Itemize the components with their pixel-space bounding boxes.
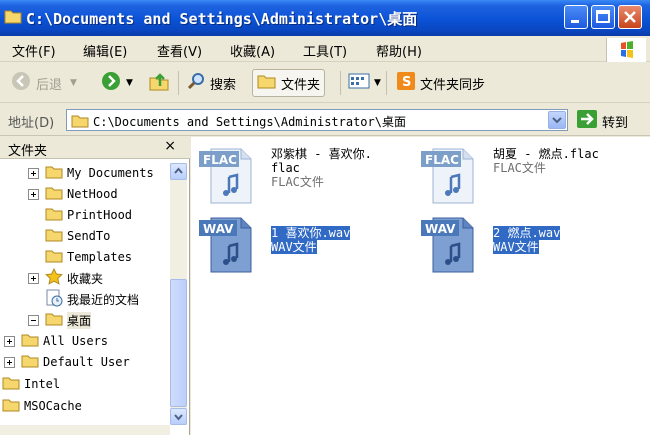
flac-file-icon: FLAC bbox=[419, 143, 475, 207]
sync-icon: S bbox=[396, 71, 416, 95]
file-list-pane: FLAC 邓紫棋 - 喜欢你. flac FLAC文件 FLAC 胡夏 - 燃点… bbox=[191, 137, 650, 435]
views-button[interactable]: ▼ bbox=[348, 69, 381, 97]
search-icon bbox=[186, 71, 206, 95]
file-item[interactable]: FLAC 胡夏 - 燃点.flac FLAC文件 bbox=[419, 143, 639, 211]
expand-icon[interactable] bbox=[28, 188, 39, 200]
file-name: 胡夏 - 燃点.flac bbox=[493, 147, 599, 161]
folder-icon bbox=[45, 164, 63, 182]
folders-button[interactable]: 文件夹 bbox=[252, 69, 326, 97]
expand-icon[interactable] bbox=[4, 356, 15, 368]
folder-sync-button[interactable]: S 文件夹同步 bbox=[396, 69, 485, 97]
tree-item-favorites[interactable]: 收藏夹 bbox=[28, 267, 103, 288]
file-type: WAV文件 bbox=[271, 240, 317, 254]
title-bar[interactable]: C:\Documents and Settings\Administrator\… bbox=[0, 0, 650, 36]
tree-item-recent-docs[interactable]: 我最近的文档 bbox=[28, 289, 139, 309]
address-input[interactable]: C:\Documents and Settings\Administrator\… bbox=[66, 109, 568, 131]
back-arrow-icon bbox=[10, 70, 32, 96]
tree-item-my-documents[interactable]: My Documents bbox=[28, 163, 154, 183]
tree-item-default-user[interactable]: Default User bbox=[4, 352, 130, 372]
address-dropdown-button[interactable] bbox=[548, 111, 566, 129]
tree-item-desktop[interactable]: 桌面 bbox=[28, 310, 92, 330]
collapse-icon[interactable] bbox=[28, 314, 39, 326]
file-type: FLAC文件 bbox=[271, 175, 324, 189]
folder-icon bbox=[2, 375, 20, 393]
file-name: 1 喜欢你.wav bbox=[271, 226, 351, 240]
menu-edit[interactable]: 编辑(E) bbox=[83, 41, 127, 60]
menu-view[interactable]: 查看(V) bbox=[157, 41, 202, 60]
scroll-thumb[interactable] bbox=[170, 279, 187, 407]
file-type: WAV文件 bbox=[493, 240, 539, 254]
wav-file-icon: WAV bbox=[197, 212, 253, 276]
folder-icon bbox=[21, 353, 39, 371]
svg-text:WAV: WAV bbox=[425, 222, 456, 236]
scroll-down-button[interactable] bbox=[170, 408, 187, 425]
folder-icon bbox=[45, 185, 63, 203]
expand-icon[interactable] bbox=[28, 167, 39, 179]
folder-icon bbox=[71, 113, 89, 131]
folder-icon bbox=[45, 206, 63, 224]
tree-item-templates[interactable]: Templates bbox=[28, 247, 132, 267]
menu-file[interactable]: 文件(F) bbox=[12, 41, 56, 60]
flac-file-icon: FLAC bbox=[197, 143, 253, 207]
folder-tree-pane: 文件夹 × My Documents NetHood PrintHood Sen… bbox=[0, 137, 190, 435]
folder-icon bbox=[2, 397, 20, 415]
tree-item-msocache[interactable]: MSOCache bbox=[2, 396, 82, 416]
back-button[interactable]: 后退 ▼ bbox=[10, 69, 77, 97]
svg-text:WAV: WAV bbox=[203, 222, 234, 236]
menu-help[interactable]: 帮助(H) bbox=[376, 41, 422, 60]
minimize-button[interactable] bbox=[564, 5, 588, 29]
tree-vertical-scrollbar[interactable] bbox=[170, 163, 187, 425]
file-item[interactable]: FLAC 邓紫棋 - 喜欢你. flac FLAC文件 bbox=[197, 143, 417, 211]
folder-pane-title: 文件夹 bbox=[8, 144, 48, 159]
folder-pane-header: 文件夹 × bbox=[0, 137, 190, 159]
tree-item-nethood[interactable]: NetHood bbox=[28, 184, 118, 204]
file-item-selected[interactable]: WAV 1 喜欢你.wav WAV文件 bbox=[197, 212, 417, 280]
tree-item-intel[interactable]: Intel bbox=[2, 374, 60, 394]
file-item-selected[interactable]: WAV 2 燃点.wav WAV文件 bbox=[419, 212, 639, 280]
file-name-cont: flac bbox=[271, 161, 300, 175]
folder-icon bbox=[21, 332, 39, 350]
address-bar: 地址(D) C:\Documents and Settings\Administ… bbox=[0, 104, 650, 136]
up-folder-button[interactable] bbox=[148, 69, 174, 97]
views-icon bbox=[348, 72, 370, 94]
menu-tools[interactable]: 工具(T) bbox=[303, 41, 347, 60]
folder-icon bbox=[45, 227, 63, 245]
file-name: 邓紫棋 - 喜欢你. bbox=[271, 147, 372, 161]
go-button[interactable]: 转到 bbox=[576, 109, 628, 133]
folder-icon bbox=[45, 248, 63, 266]
scroll-up-button[interactable] bbox=[170, 163, 187, 180]
close-button[interactable] bbox=[618, 5, 642, 29]
folder-icon bbox=[4, 8, 22, 24]
tree-item-printhood[interactable]: PrintHood bbox=[28, 205, 132, 225]
go-arrow-icon bbox=[576, 109, 598, 133]
menu-bar: 文件(F) 编辑(E) 查看(V) 收藏(A) 工具(T) 帮助(H) bbox=[0, 36, 650, 62]
svg-text:FLAC: FLAC bbox=[425, 153, 459, 167]
tree-item-sendto[interactable]: SendTo bbox=[28, 226, 110, 246]
forward-arrow-icon bbox=[100, 70, 122, 96]
search-button[interactable]: 搜索 bbox=[186, 69, 236, 97]
close-pane-button[interactable]: × bbox=[164, 138, 176, 154]
file-type: FLAC文件 bbox=[493, 161, 546, 175]
expand-icon[interactable] bbox=[28, 272, 39, 284]
star-icon bbox=[45, 267, 63, 288]
windows-logo-icon bbox=[606, 38, 646, 62]
folder-open-icon bbox=[45, 311, 63, 329]
tree-horizontal-scrollbar[interactable] bbox=[0, 425, 170, 435]
address-label: 地址(D) bbox=[8, 116, 55, 131]
expand-icon[interactable] bbox=[4, 335, 15, 347]
tree-item-all-users[interactable]: All Users bbox=[4, 331, 108, 351]
maximize-button[interactable] bbox=[591, 5, 615, 29]
wav-file-icon: WAV bbox=[419, 212, 475, 276]
folder-icon bbox=[257, 72, 277, 94]
recent-documents-icon bbox=[45, 289, 63, 310]
file-name: 2 燃点.wav bbox=[493, 226, 561, 240]
up-folder-icon bbox=[148, 70, 170, 96]
svg-text:FLAC: FLAC bbox=[203, 153, 237, 167]
window-title: C:\Documents and Settings\Administrator\… bbox=[26, 10, 418, 28]
menu-favorites[interactable]: 收藏(A) bbox=[230, 41, 275, 60]
forward-button[interactable]: ▼ bbox=[100, 69, 133, 97]
toolbar: 后退 ▼ ▼ 搜索 文件夹 ▼ S 文件夹同步 bbox=[0, 63, 650, 103]
svg-text:S: S bbox=[402, 75, 411, 90]
